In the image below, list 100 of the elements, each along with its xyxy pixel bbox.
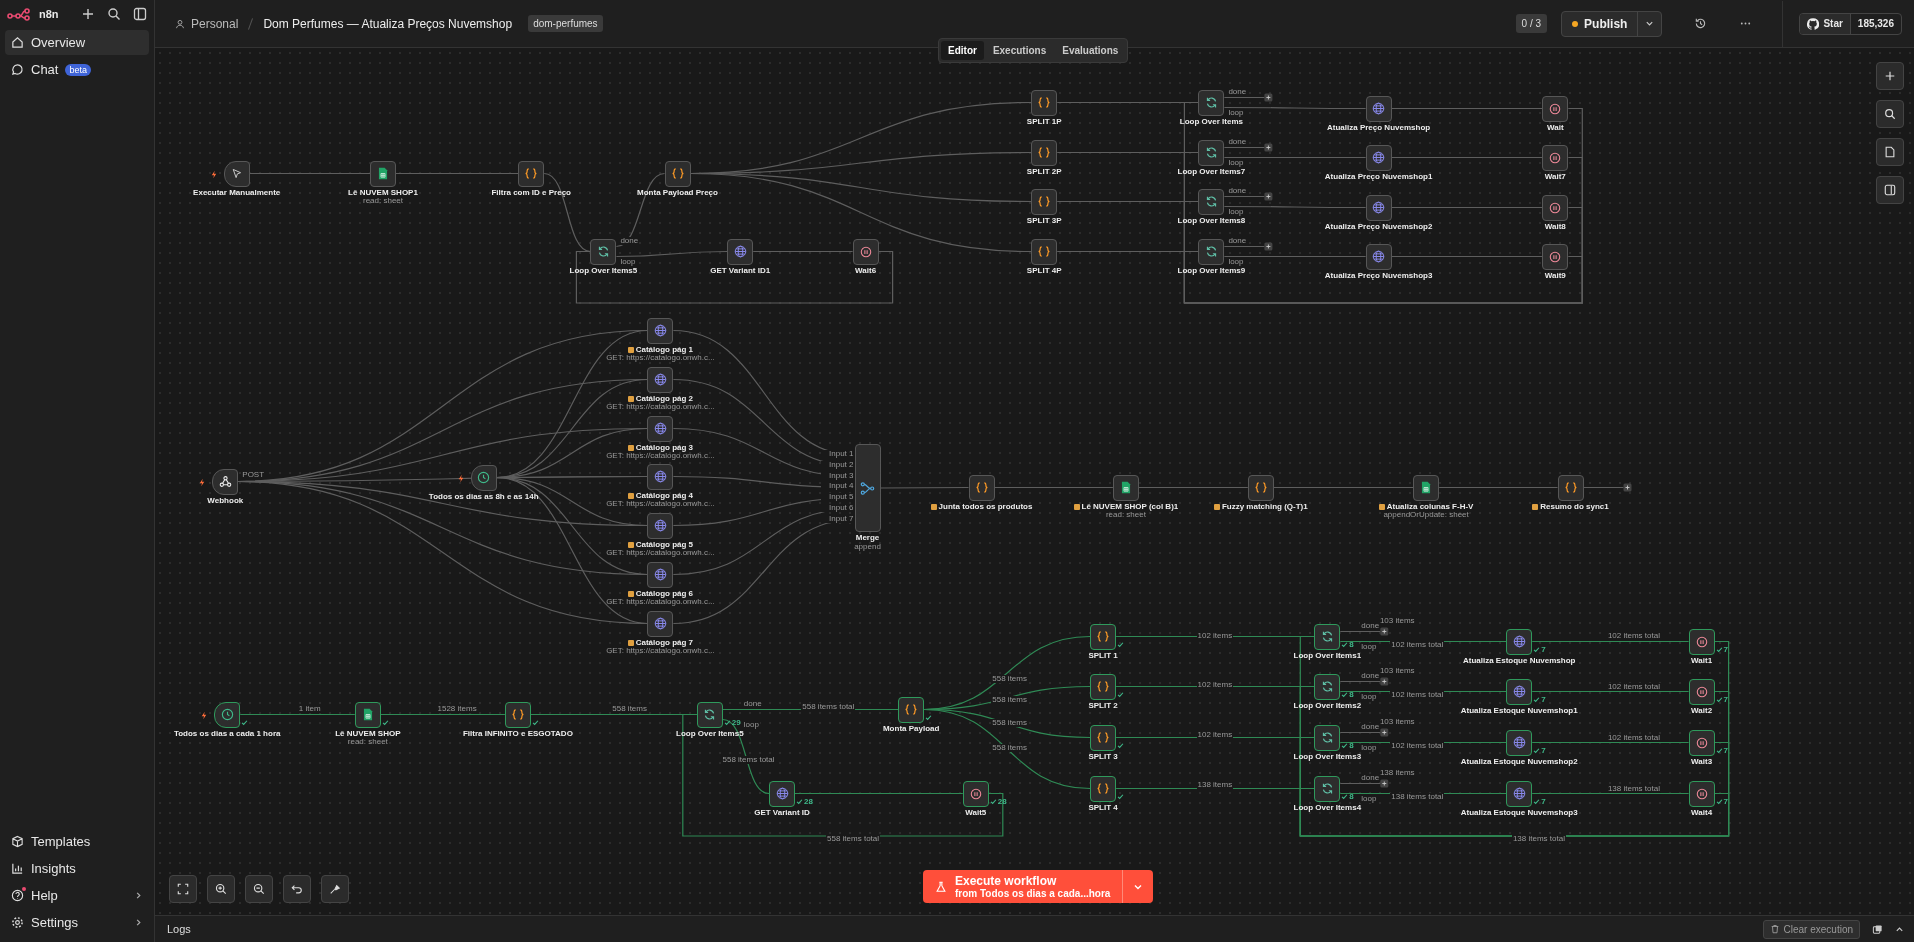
node-label: Atualiza Preço Nuvemshop1 — [1324, 172, 1433, 182]
node-label: Catálogo pág 1 — [635, 345, 694, 354]
sidebar-item[interactable]: Insights — [5, 855, 149, 882]
node-label: Wait2 — [1691, 706, 1713, 716]
output-label: loop — [1227, 158, 1245, 167]
node-label: Wait7 — [1544, 172, 1566, 182]
project-link[interactable]: Personal — [191, 16, 239, 31]
run-count: 7 — [1541, 746, 1546, 755]
node-label: Wait1 — [1691, 656, 1713, 666]
input-label: Input 3 — [820, 471, 855, 480]
node-label: Loop Over Items8 — [1177, 216, 1246, 226]
run-count: 8 — [1349, 741, 1354, 750]
item-count-label: 102 items total — [1390, 691, 1445, 699]
node-label: Wait6 — [855, 266, 877, 276]
node-label: Catálogo pág 4 — [635, 491, 694, 500]
workflow-tag[interactable]: dom-perfumes — [528, 15, 603, 32]
item-count-label: 138 items total — [1511, 835, 1566, 843]
output-label: loop — [1360, 794, 1378, 803]
node-label: Atualiza Preço Nuvemshop2 — [1324, 222, 1433, 232]
view-tab[interactable]: Evaluations — [1055, 41, 1126, 60]
item-count-label: 102 items — [1196, 632, 1234, 640]
run-count: 8 — [1349, 640, 1354, 649]
item-count-label: 558 items — [991, 719, 1028, 727]
github-star-label: Star — [1823, 18, 1843, 29]
node-label: SPLIT 2 — [1088, 701, 1118, 711]
node-label: Catálogo pág 7 — [635, 638, 694, 647]
item-count-label: 1 item — [297, 705, 322, 713]
run-count: 7 — [1723, 746, 1729, 755]
node-label: SPLIT 3P — [1026, 216, 1062, 226]
clear-execution-button[interactable]: Clear execution — [1762, 919, 1860, 939]
node-subtitle: read: sheet — [363, 197, 403, 207]
sidebar-item-label: Help — [31, 888, 58, 903]
node-label: SPLIT 4 — [1088, 803, 1118, 813]
node-label: Filtra com ID e Preço — [491, 188, 571, 198]
sidebar-item-label: Settings — [31, 915, 78, 930]
run-count: 7 — [1541, 695, 1546, 704]
view-tab[interactable]: Executions — [985, 41, 1054, 60]
sidebar-item[interactable]: Chat beta — [5, 57, 149, 82]
node-label: Todos os dias a cada 1 hora — [173, 729, 281, 739]
node-label: Atualiza Estoque Nuvemshop — [1462, 656, 1576, 666]
github-star-button[interactable]: Star 185,326 — [1799, 12, 1902, 35]
node-label: SPLIT 2P — [1026, 167, 1062, 177]
node-label: Loop Over Items3 — [1293, 752, 1362, 762]
node-subtitle: appendOrUpdate: sheet — [1383, 511, 1469, 521]
node-label: Wait4 — [1691, 808, 1713, 818]
node-label: Merge — [855, 534, 880, 542]
item-count-label: 103 items — [1378, 718, 1416, 726]
item-count-label: 102 items — [1196, 681, 1234, 689]
logs-panel-label[interactable]: Logs — [167, 923, 191, 935]
run-count: 7 — [1541, 645, 1546, 654]
output-label: done — [1227, 87, 1248, 96]
input-label: Input 2 — [820, 460, 855, 469]
node-label: Wait9 — [1544, 271, 1566, 281]
input-label: Input 4 — [820, 482, 855, 491]
item-count-label: 558 items — [991, 696, 1028, 704]
output-label: done — [1227, 186, 1248, 195]
node-subtitle: read: sheet — [1105, 511, 1146, 521]
sidebar-item-label: Chat — [31, 62, 59, 77]
node-label: Wait3 — [1691, 757, 1713, 767]
sidebar-item[interactable]: Help — [5, 882, 149, 909]
output-label: done — [1360, 722, 1381, 731]
item-count-label: 103 items — [1378, 617, 1416, 625]
node-label: Lê NUVEM SHOP (col B)1 — [1081, 502, 1179, 512]
output-label: done — [1360, 621, 1381, 630]
node-label: Catálogo pág 6 — [635, 589, 694, 598]
node-label: Resumo do sync1 — [1540, 502, 1609, 512]
node-subtitle: append — [854, 542, 881, 552]
node-label: Lê NUVEM SHOP — [335, 729, 401, 739]
output-label: loop — [1360, 743, 1378, 752]
run-count: 29 — [731, 718, 741, 727]
output-label: done — [742, 699, 763, 708]
run-count: 7 — [1541, 797, 1546, 806]
beta-badge: beta — [65, 63, 91, 76]
item-count-label: 558 items total — [721, 756, 776, 764]
item-count-label: 558 items total — [826, 835, 881, 843]
node-label: Atualiza Estoque Nuvemshop2 — [1460, 757, 1578, 767]
node-label: Loop Over Items2 — [1293, 701, 1362, 711]
run-count: 7 — [1723, 645, 1729, 654]
item-count-label: 1528 items — [436, 705, 478, 713]
node-label: Catálogo pág 2 — [635, 394, 694, 403]
output-label: done — [619, 236, 640, 245]
output-label: done — [1227, 137, 1248, 146]
sidebar-item[interactable]: Overview — [5, 30, 149, 55]
sidebar-item[interactable]: Settings — [5, 909, 149, 936]
view-tab[interactable]: Editor — [941, 41, 984, 60]
item-count-label: 102 items total — [1606, 632, 1661, 640]
output-label: loop — [1360, 642, 1378, 651]
node-subtitle: GET: https://catalogo.onwh.c... — [606, 500, 715, 510]
node-subtitle: GET: https://catalogo.onwh.c... — [606, 403, 715, 413]
workflow-title[interactable]: Dom Perfumes — Atualiza Preços Nuvemshop — [263, 16, 513, 31]
sidebar-item[interactable]: Templates — [5, 828, 149, 855]
version-counter: 0 / 3 — [1515, 14, 1548, 33]
item-count-label: 102 items total — [1606, 734, 1661, 742]
run-count: 8 — [1349, 690, 1354, 699]
node-label: Monta Payload — [882, 724, 940, 734]
node-label: SPLIT 1 — [1088, 651, 1118, 661]
node-label: Loop Over Items5 — [676, 729, 744, 739]
item-count-label: 558 items — [611, 705, 648, 713]
node-label: SPLIT 3 — [1088, 752, 1118, 762]
node-label: Atualiza Preço Nuvemshop3 — [1324, 271, 1433, 281]
